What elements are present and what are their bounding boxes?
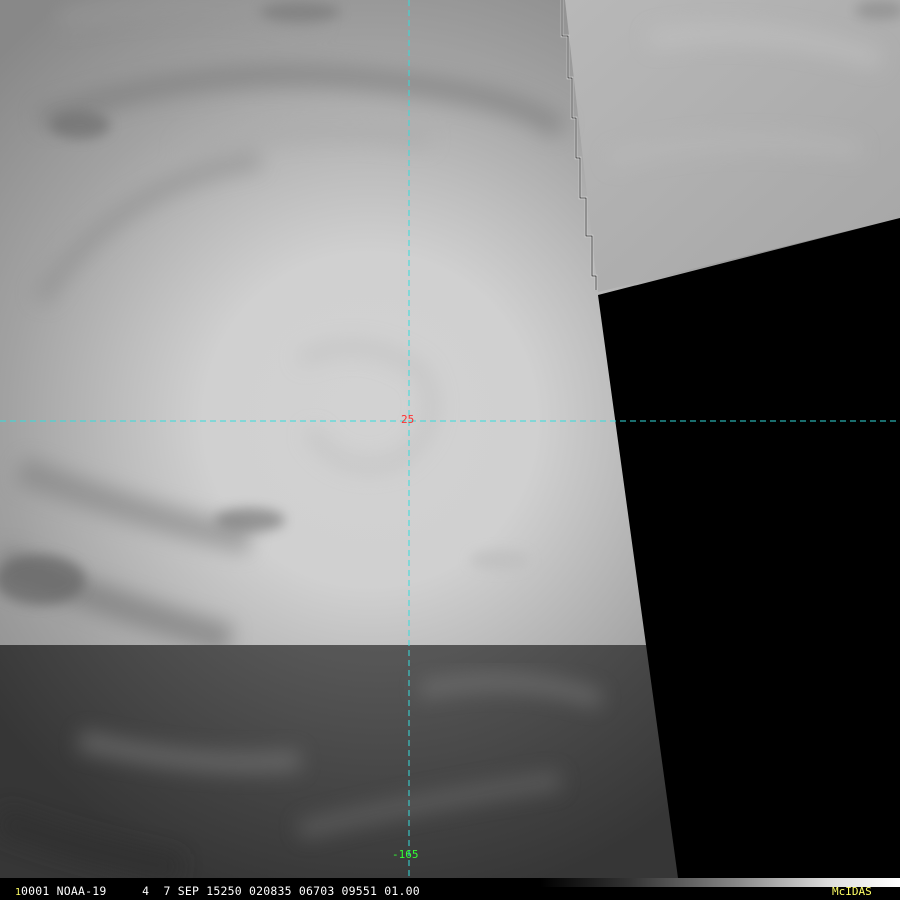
satellite-image: [0, 0, 900, 878]
image-info-text: 0001 NOAA-19 4 7 SEP 15250 020835 06703 …: [21, 884, 420, 898]
latitude-label: 25: [401, 413, 415, 426]
mcidas-logo: McIDAS: [832, 885, 872, 898]
longitude-label: -165: [392, 848, 419, 861]
